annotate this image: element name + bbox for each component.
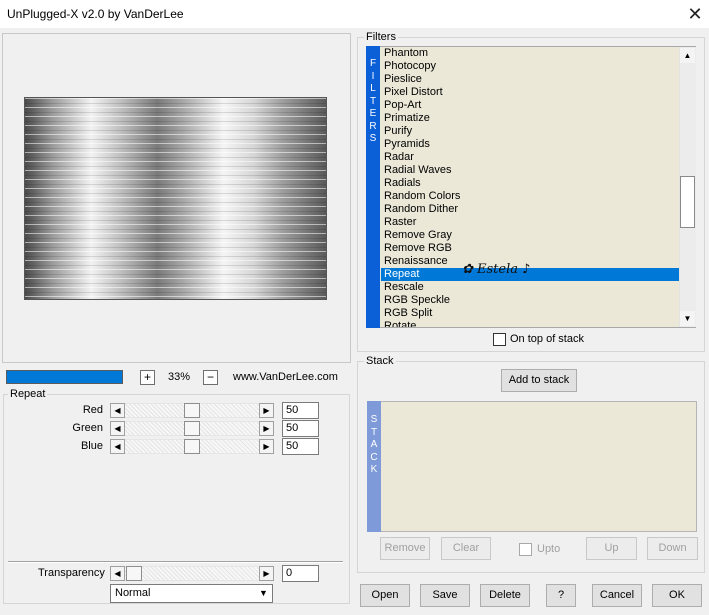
save-button[interactable]: Save xyxy=(420,584,470,607)
progress-bar xyxy=(6,370,123,384)
stack-vertical-label: STACK xyxy=(367,414,381,477)
filter-list-item[interactable]: Random Colors xyxy=(384,190,460,203)
vertical-letter: L xyxy=(370,83,376,94)
filter-list-item[interactable]: Rescale xyxy=(384,281,424,294)
stack-group-title: Stack xyxy=(364,355,396,367)
on-top-label: On top of stack xyxy=(510,333,584,345)
filter-list-item[interactable]: Repeat xyxy=(384,268,419,281)
cancel-button[interactable]: Cancel xyxy=(592,584,642,607)
signature-watermark: ✿ Estela ♪ xyxy=(462,262,531,277)
help-button[interactable]: ? xyxy=(546,584,576,607)
scroll-down-icon[interactable]: ▼ xyxy=(680,311,695,326)
params-group-title: Repeat xyxy=(8,388,48,400)
ok-button[interactable]: OK xyxy=(652,584,702,607)
red-value-field[interactable]: 50 xyxy=(282,402,319,419)
clear-button[interactable]: Clear xyxy=(441,537,491,560)
filter-list-item[interactable]: Rotate xyxy=(384,320,416,327)
on-top-checkbox[interactable] xyxy=(493,333,506,346)
scroll-up-icon[interactable]: ▲ xyxy=(680,48,695,63)
red-right-arrow-icon[interactable]: ▶ xyxy=(259,403,274,418)
vertical-letter: R xyxy=(369,120,377,132)
vertical-letter: T xyxy=(370,426,378,438)
transparency-right-arrow-icon[interactable]: ▶ xyxy=(259,566,274,581)
green-value-field[interactable]: 50 xyxy=(282,420,319,437)
blue-left-arrow-icon[interactable]: ◀ xyxy=(110,439,125,454)
filter-list-item[interactable]: Pyramids xyxy=(384,138,430,151)
vertical-letter: S xyxy=(369,133,377,144)
green-right-arrow-icon[interactable]: ▶ xyxy=(259,421,274,436)
preview-image[interactable] xyxy=(24,97,327,300)
scroll-thumb[interactable] xyxy=(680,176,695,228)
filter-list-item[interactable]: Remove RGB xyxy=(384,242,452,255)
blend-mode-select[interactable]: Normal ▼ xyxy=(110,584,273,603)
green-left-arrow-icon[interactable]: ◀ xyxy=(110,421,125,436)
upto-label: Upto xyxy=(537,543,561,555)
filter-list-item[interactable]: Pop-Art xyxy=(384,99,421,112)
blue-slider-thumb[interactable] xyxy=(184,439,200,454)
vertical-letter: K xyxy=(370,464,378,475)
separator xyxy=(8,561,343,563)
zoom-level: 33% xyxy=(168,371,191,383)
filter-list-item[interactable]: Pixel Distort xyxy=(384,86,443,99)
filter-list-item[interactable]: Radar xyxy=(384,151,414,164)
up-button[interactable]: Up xyxy=(586,537,637,560)
add-to-stack-button[interactable]: Add to stack xyxy=(501,369,577,392)
filter-list-item[interactable]: Pieslice xyxy=(384,73,422,86)
filter-list-item[interactable]: Primatize xyxy=(384,112,430,125)
filter-list-item[interactable]: Raster xyxy=(384,216,416,229)
chevron-down-icon[interactable]: ▼ xyxy=(255,585,272,602)
blue-label: Blue xyxy=(80,440,103,452)
filter-list-item[interactable]: Phantom xyxy=(384,47,428,60)
green-label: Green xyxy=(72,422,103,434)
transparency-slider-thumb[interactable] xyxy=(126,566,142,581)
delete-button[interactable]: Delete xyxy=(480,584,530,607)
vertical-letter: A xyxy=(370,439,378,450)
filter-list-item[interactable]: Renaissance xyxy=(384,255,448,268)
upto-checkbox[interactable] xyxy=(519,543,532,556)
transparency-slider-track[interactable] xyxy=(125,566,259,581)
filter-list-item[interactable]: Random Dither xyxy=(384,203,458,216)
down-button[interactable]: Down xyxy=(647,537,698,560)
filter-list-item[interactable]: Radial Waves xyxy=(384,164,451,177)
stack-list[interactable] xyxy=(367,401,697,532)
filter-list-item[interactable]: RGB Speckle xyxy=(384,294,450,307)
zoom-in-button[interactable]: + xyxy=(140,370,155,385)
filters-group-title: Filters xyxy=(364,31,398,43)
green-slider-thumb[interactable] xyxy=(184,421,200,436)
filter-list-item[interactable]: Photocopy xyxy=(384,60,436,73)
vertical-letter: S xyxy=(370,414,378,425)
red-left-arrow-icon[interactable]: ◀ xyxy=(110,403,125,418)
vertical-letter: F xyxy=(369,58,377,69)
red-label: Red xyxy=(82,404,103,416)
vertical-letter: I xyxy=(371,70,375,82)
filter-list-item[interactable]: Remove Gray xyxy=(384,229,452,242)
vertical-letter: E xyxy=(369,108,377,119)
filter-list-item[interactable]: Purify xyxy=(384,125,412,138)
close-icon[interactable]: ✕ xyxy=(684,3,706,25)
transparency-label: Transparency xyxy=(38,567,105,579)
blue-right-arrow-icon[interactable]: ▶ xyxy=(259,439,274,454)
open-button[interactable]: Open xyxy=(360,584,410,607)
red-slider-thumb[interactable] xyxy=(184,403,200,418)
filters-vertical-label: FILTERS xyxy=(366,58,380,146)
zoom-out-button[interactable]: − xyxy=(203,370,218,385)
filter-list-item[interactable]: Radials xyxy=(384,177,421,190)
website-link[interactable]: www.VanDerLee.com xyxy=(233,371,338,383)
blend-mode-value: Normal xyxy=(115,587,151,599)
transparency-left-arrow-icon[interactable]: ◀ xyxy=(110,566,125,581)
remove-button[interactable]: Remove xyxy=(380,537,430,560)
window-title: UnPlugged-X v2.0 by VanDerLee xyxy=(7,7,184,21)
filter-list-item[interactable]: RGB Split xyxy=(384,307,432,320)
blue-value-field[interactable]: 50 xyxy=(282,438,319,455)
vertical-letter: T xyxy=(369,95,377,107)
vertical-letter: C xyxy=(370,451,378,463)
transparency-value-field[interactable]: 0 xyxy=(282,565,319,582)
